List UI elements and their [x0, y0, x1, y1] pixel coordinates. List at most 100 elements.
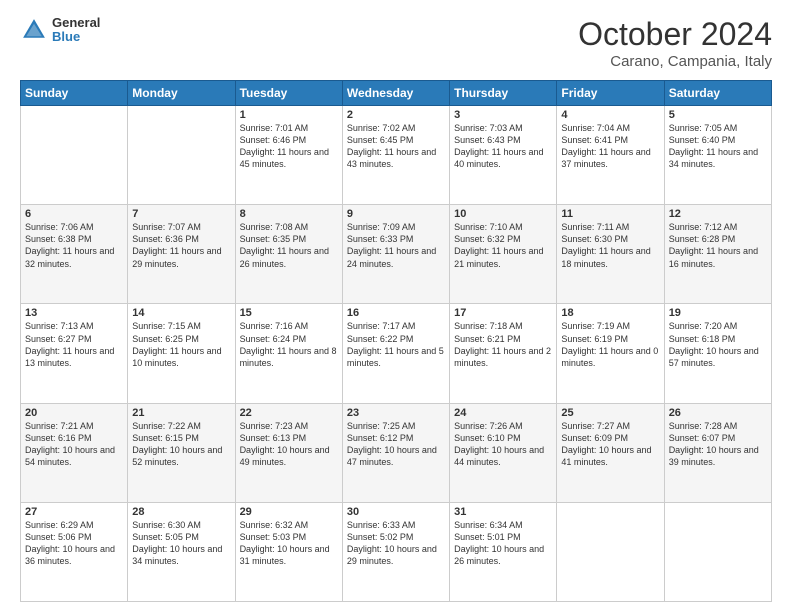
title-block: October 2024 Carano, Campania, Italy	[578, 16, 772, 70]
calendar-cell	[557, 502, 664, 601]
logo-blue-text: Blue	[52, 30, 100, 44]
calendar-cell: 20Sunrise: 7:21 AM Sunset: 6:16 PM Dayli…	[21, 403, 128, 502]
logo-general-text: General	[52, 16, 100, 30]
location: Carano, Campania, Italy	[578, 53, 772, 70]
week-row-1: 1Sunrise: 7:01 AM Sunset: 6:46 PM Daylig…	[21, 106, 772, 205]
cell-info: Sunrise: 7:05 AM Sunset: 6:40 PM Dayligh…	[669, 122, 767, 171]
calendar-cell: 17Sunrise: 7:18 AM Sunset: 6:21 PM Dayli…	[450, 304, 557, 403]
cell-info: Sunrise: 7:10 AM Sunset: 6:32 PM Dayligh…	[454, 221, 552, 270]
calendar-table: SundayMondayTuesdayWednesdayThursdayFrid…	[20, 80, 772, 602]
calendar-cell: 4Sunrise: 7:04 AM Sunset: 6:41 PM Daylig…	[557, 106, 664, 205]
cell-day-number: 30	[347, 506, 445, 518]
cell-day-number: 29	[240, 506, 338, 518]
week-row-3: 13Sunrise: 7:13 AM Sunset: 6:27 PM Dayli…	[21, 304, 772, 403]
cell-info: Sunrise: 7:15 AM Sunset: 6:25 PM Dayligh…	[132, 320, 230, 369]
calendar-cell: 7Sunrise: 7:07 AM Sunset: 6:36 PM Daylig…	[128, 205, 235, 304]
cell-info: Sunrise: 6:29 AM Sunset: 5:06 PM Dayligh…	[25, 519, 123, 568]
calendar-cell	[664, 502, 771, 601]
week-row-4: 20Sunrise: 7:21 AM Sunset: 6:16 PM Dayli…	[21, 403, 772, 502]
cell-info: Sunrise: 7:07 AM Sunset: 6:36 PM Dayligh…	[132, 221, 230, 270]
cell-info: Sunrise: 7:25 AM Sunset: 6:12 PM Dayligh…	[347, 420, 445, 469]
calendar-cell: 9Sunrise: 7:09 AM Sunset: 6:33 PM Daylig…	[342, 205, 449, 304]
cell-day-number: 9	[347, 208, 445, 220]
calendar-cell: 6Sunrise: 7:06 AM Sunset: 6:38 PM Daylig…	[21, 205, 128, 304]
cell-info: Sunrise: 7:20 AM Sunset: 6:18 PM Dayligh…	[669, 320, 767, 369]
cell-day-number: 6	[25, 208, 123, 220]
calendar-body: 1Sunrise: 7:01 AM Sunset: 6:46 PM Daylig…	[21, 106, 772, 602]
calendar-cell: 1Sunrise: 7:01 AM Sunset: 6:46 PM Daylig…	[235, 106, 342, 205]
day-header-thursday: Thursday	[450, 81, 557, 106]
header-row: SundayMondayTuesdayWednesdayThursdayFrid…	[21, 81, 772, 106]
month-title: October 2024	[578, 16, 772, 53]
cell-info: Sunrise: 7:18 AM Sunset: 6:21 PM Dayligh…	[454, 320, 552, 369]
cell-info: Sunrise: 7:11 AM Sunset: 6:30 PM Dayligh…	[561, 221, 659, 270]
cell-day-number: 23	[347, 407, 445, 419]
cell-day-number: 3	[454, 109, 552, 121]
cell-day-number: 2	[347, 109, 445, 121]
cell-info: Sunrise: 7:03 AM Sunset: 6:43 PM Dayligh…	[454, 122, 552, 171]
cell-info: Sunrise: 7:13 AM Sunset: 6:27 PM Dayligh…	[25, 320, 123, 369]
cell-day-number: 18	[561, 307, 659, 319]
day-header-friday: Friday	[557, 81, 664, 106]
cell-info: Sunrise: 7:09 AM Sunset: 6:33 PM Dayligh…	[347, 221, 445, 270]
cell-day-number: 28	[132, 506, 230, 518]
cell-info: Sunrise: 7:26 AM Sunset: 6:10 PM Dayligh…	[454, 420, 552, 469]
calendar-cell: 11Sunrise: 7:11 AM Sunset: 6:30 PM Dayli…	[557, 205, 664, 304]
cell-day-number: 15	[240, 307, 338, 319]
logo-icon	[20, 16, 48, 44]
page: General Blue October 2024 Carano, Campan…	[0, 0, 792, 612]
cell-day-number: 26	[669, 407, 767, 419]
calendar-cell: 29Sunrise: 6:32 AM Sunset: 5:03 PM Dayli…	[235, 502, 342, 601]
calendar-cell: 19Sunrise: 7:20 AM Sunset: 6:18 PM Dayli…	[664, 304, 771, 403]
cell-info: Sunrise: 6:32 AM Sunset: 5:03 PM Dayligh…	[240, 519, 338, 568]
cell-day-number: 8	[240, 208, 338, 220]
header: General Blue October 2024 Carano, Campan…	[20, 16, 772, 70]
cell-day-number: 31	[454, 506, 552, 518]
cell-day-number: 11	[561, 208, 659, 220]
cell-day-number: 17	[454, 307, 552, 319]
calendar-cell: 13Sunrise: 7:13 AM Sunset: 6:27 PM Dayli…	[21, 304, 128, 403]
cell-info: Sunrise: 7:12 AM Sunset: 6:28 PM Dayligh…	[669, 221, 767, 270]
cell-info: Sunrise: 7:19 AM Sunset: 6:19 PM Dayligh…	[561, 320, 659, 369]
calendar-cell: 25Sunrise: 7:27 AM Sunset: 6:09 PM Dayli…	[557, 403, 664, 502]
calendar-cell: 16Sunrise: 7:17 AM Sunset: 6:22 PM Dayli…	[342, 304, 449, 403]
calendar-cell: 5Sunrise: 7:05 AM Sunset: 6:40 PM Daylig…	[664, 106, 771, 205]
cell-info: Sunrise: 7:02 AM Sunset: 6:45 PM Dayligh…	[347, 122, 445, 171]
calendar-cell: 21Sunrise: 7:22 AM Sunset: 6:15 PM Dayli…	[128, 403, 235, 502]
cell-info: Sunrise: 7:08 AM Sunset: 6:35 PM Dayligh…	[240, 221, 338, 270]
day-header-sunday: Sunday	[21, 81, 128, 106]
week-row-5: 27Sunrise: 6:29 AM Sunset: 5:06 PM Dayli…	[21, 502, 772, 601]
cell-day-number: 7	[132, 208, 230, 220]
cell-day-number: 10	[454, 208, 552, 220]
cell-day-number: 20	[25, 407, 123, 419]
logo: General Blue	[20, 16, 100, 45]
cell-info: Sunrise: 7:01 AM Sunset: 6:46 PM Dayligh…	[240, 122, 338, 171]
day-header-monday: Monday	[128, 81, 235, 106]
calendar-cell: 22Sunrise: 7:23 AM Sunset: 6:13 PM Dayli…	[235, 403, 342, 502]
cell-day-number: 5	[669, 109, 767, 121]
calendar-cell: 3Sunrise: 7:03 AM Sunset: 6:43 PM Daylig…	[450, 106, 557, 205]
cell-day-number: 25	[561, 407, 659, 419]
calendar-cell: 18Sunrise: 7:19 AM Sunset: 6:19 PM Dayli…	[557, 304, 664, 403]
week-row-2: 6Sunrise: 7:06 AM Sunset: 6:38 PM Daylig…	[21, 205, 772, 304]
calendar-cell: 31Sunrise: 6:34 AM Sunset: 5:01 PM Dayli…	[450, 502, 557, 601]
calendar-cell	[128, 106, 235, 205]
cell-info: Sunrise: 7:23 AM Sunset: 6:13 PM Dayligh…	[240, 420, 338, 469]
calendar-cell: 23Sunrise: 7:25 AM Sunset: 6:12 PM Dayli…	[342, 403, 449, 502]
calendar-cell: 12Sunrise: 7:12 AM Sunset: 6:28 PM Dayli…	[664, 205, 771, 304]
calendar-cell: 2Sunrise: 7:02 AM Sunset: 6:45 PM Daylig…	[342, 106, 449, 205]
cell-info: Sunrise: 6:34 AM Sunset: 5:01 PM Dayligh…	[454, 519, 552, 568]
calendar-cell: 8Sunrise: 7:08 AM Sunset: 6:35 PM Daylig…	[235, 205, 342, 304]
cell-day-number: 13	[25, 307, 123, 319]
calendar-header: SundayMondayTuesdayWednesdayThursdayFrid…	[21, 81, 772, 106]
cell-info: Sunrise: 6:30 AM Sunset: 5:05 PM Dayligh…	[132, 519, 230, 568]
calendar-cell: 27Sunrise: 6:29 AM Sunset: 5:06 PM Dayli…	[21, 502, 128, 601]
cell-info: Sunrise: 7:16 AM Sunset: 6:24 PM Dayligh…	[240, 320, 338, 369]
cell-info: Sunrise: 7:04 AM Sunset: 6:41 PM Dayligh…	[561, 122, 659, 171]
calendar-cell: 30Sunrise: 6:33 AM Sunset: 5:02 PM Dayli…	[342, 502, 449, 601]
calendar-cell: 26Sunrise: 7:28 AM Sunset: 6:07 PM Dayli…	[664, 403, 771, 502]
cell-day-number: 24	[454, 407, 552, 419]
calendar-cell: 15Sunrise: 7:16 AM Sunset: 6:24 PM Dayli…	[235, 304, 342, 403]
day-header-tuesday: Tuesday	[235, 81, 342, 106]
cell-day-number: 27	[25, 506, 123, 518]
